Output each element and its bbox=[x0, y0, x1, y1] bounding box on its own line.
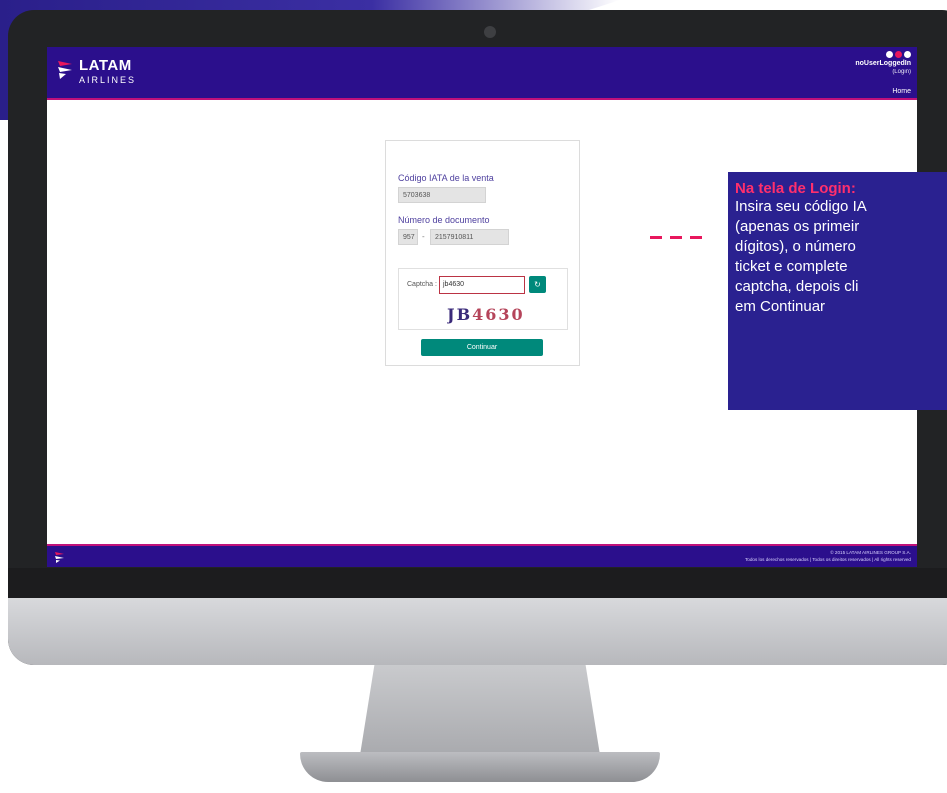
captcha-input[interactable]: jb4630 bbox=[439, 276, 525, 294]
refresh-icon: ↻ bbox=[534, 280, 541, 289]
footer: © 2015 LATAM AIRLINES GROUP S.A. Todos l… bbox=[47, 544, 917, 567]
top-bar: LATAM AIRLINES noUserLoggedIn (Login) Ho… bbox=[47, 47, 917, 100]
latam-logo[interactable]: LATAM AIRLINES bbox=[57, 58, 136, 86]
login-card: Código IATA de la venta 5703638 Número d… bbox=[385, 140, 580, 366]
callout-line: captcha, depois cli bbox=[735, 278, 859, 295]
callout-title: Na tela de Login: bbox=[735, 180, 856, 197]
instruction-callout: Na tela de Login: Insira seu código IA (… bbox=[728, 172, 947, 410]
captcha-label: Captcha : bbox=[407, 281, 437, 288]
document-label: Número de documento bbox=[398, 215, 490, 225]
callout-line: Insira seu código IA bbox=[735, 198, 867, 215]
document-prefix-input[interactable]: 957 bbox=[398, 229, 418, 245]
callout-line: (apenas os primeir bbox=[735, 218, 860, 235]
login-link[interactable]: (Login) bbox=[855, 68, 911, 76]
callout-line: ticket e complete bbox=[735, 258, 848, 275]
refresh-captcha-button[interactable]: ↻ bbox=[529, 276, 546, 293]
captcha-image-text: JB4630 bbox=[447, 305, 525, 324]
dot-white-icon bbox=[886, 51, 893, 58]
status-dots bbox=[855, 51, 911, 58]
document-number-input[interactable]: 2157910811 bbox=[430, 229, 509, 245]
user-menu[interactable]: noUserLoggedIn (Login) bbox=[855, 51, 911, 76]
dot-pink-icon bbox=[895, 51, 902, 58]
dot-white-icon bbox=[904, 51, 911, 58]
document-separator: - bbox=[422, 232, 425, 241]
home-link[interactable]: Home bbox=[892, 88, 911, 95]
callout-line: dígitos), o número bbox=[735, 238, 856, 255]
callout-pointer bbox=[650, 236, 708, 239]
captcha-image: JB4630 bbox=[447, 305, 525, 324]
user-name: noUserLoggedIn bbox=[855, 60, 911, 67]
captcha-panel: Captcha : jb4630 ↻ JB4630 bbox=[398, 268, 568, 330]
monitor-stand bbox=[360, 665, 600, 755]
continue-button[interactable]: Continuar bbox=[421, 339, 543, 356]
callout-body: Insira seu código IA (apenas os primeir … bbox=[735, 197, 940, 317]
callout-line: em Continuar bbox=[735, 298, 826, 315]
footer-copyright: © 2015 LATAM AIRLINES GROUP S.A. Todos l… bbox=[745, 549, 911, 563]
camera-icon bbox=[484, 26, 496, 38]
logo-sub-text: AIRLINES bbox=[79, 75, 137, 85]
logo-main-text: LATAM bbox=[79, 57, 132, 74]
latam-footer-icon bbox=[55, 552, 64, 563]
latam-logo-icon bbox=[58, 61, 72, 79]
monitor-base bbox=[300, 752, 660, 782]
iata-label: Código IATA de la venta bbox=[398, 173, 494, 183]
iata-input[interactable]: 5703638 bbox=[398, 187, 486, 203]
monitor-bezel bbox=[8, 568, 947, 598]
rights-text: Todos los derechos reservados | Todos os… bbox=[745, 557, 911, 562]
monitor-chin bbox=[8, 598, 947, 665]
copyright-text: © 2015 LATAM AIRLINES GROUP S.A. bbox=[830, 550, 911, 555]
